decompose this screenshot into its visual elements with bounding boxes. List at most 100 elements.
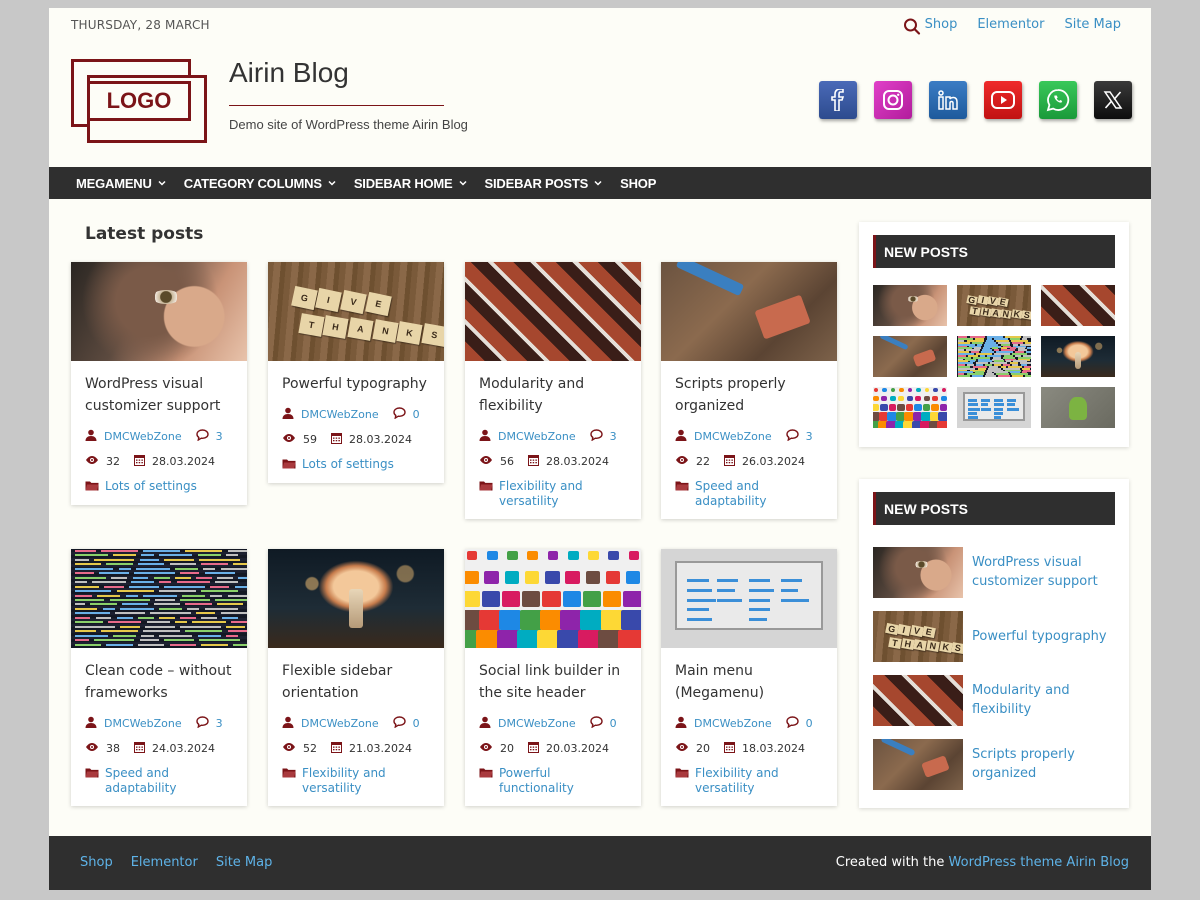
grid-post-thumbnail[interactable] bbox=[1041, 387, 1115, 428]
post-author[interactable]: DMCWebZone bbox=[85, 716, 182, 731]
grid-post-thumbnail[interactable] bbox=[873, 336, 947, 377]
search-icon[interactable] bbox=[902, 16, 924, 38]
post-category[interactable]: Flexibility and versatility bbox=[268, 761, 444, 806]
menu-mockup-bar bbox=[687, 618, 713, 622]
post-category[interactable]: Lots of settings bbox=[268, 452, 444, 483]
footer-link-elementor[interactable]: Elementor bbox=[131, 855, 198, 870]
post-author[interactable]: DMCWebZone bbox=[675, 429, 772, 444]
grid-post-thumbnail[interactable] bbox=[957, 387, 1031, 428]
top-link-elementor[interactable]: Elementor bbox=[977, 17, 1044, 32]
footer-link-site-map[interactable]: Site Map bbox=[216, 855, 273, 870]
grid-post-thumbnail[interactable]: GIVETHANKS bbox=[957, 285, 1031, 326]
date-value: 21.03.2024 bbox=[349, 742, 412, 755]
view-count: 32 bbox=[106, 455, 120, 468]
post-author[interactable]: DMCWebZone bbox=[479, 716, 576, 731]
folder-icon bbox=[479, 479, 499, 495]
post-title[interactable]: Flexible sidebar orientation bbox=[268, 648, 444, 704]
post-category[interactable]: Speed and adaptability bbox=[71, 761, 247, 806]
youtube-icon[interactable] bbox=[984, 81, 1022, 119]
grid-post-thumbnail[interactable] bbox=[873, 285, 947, 326]
list-post-thumbnail[interactable] bbox=[873, 674, 963, 726]
grid-post-thumbnail[interactable] bbox=[1041, 285, 1115, 326]
code-line bbox=[238, 576, 247, 579]
post-comments[interactable]: 0 bbox=[589, 716, 617, 731]
grid-post-thumbnail[interactable] bbox=[1041, 336, 1115, 377]
post-category[interactable]: Lots of settings bbox=[71, 474, 247, 505]
post-thumbnail[interactable] bbox=[661, 262, 837, 361]
post-title[interactable]: Social link builder in the site header bbox=[465, 648, 641, 704]
post-category[interactable]: Flexibility and versatility bbox=[465, 474, 641, 519]
post-title[interactable]: Clean code – without frameworks bbox=[71, 648, 247, 704]
nav-item-sidebar-home[interactable]: SIDEBAR HOME bbox=[354, 176, 467, 191]
site-title[interactable]: Airin Blog bbox=[229, 57, 349, 89]
code-line bbox=[169, 563, 196, 566]
code-line bbox=[74, 567, 114, 570]
top-link-shop[interactable]: Shop bbox=[925, 17, 958, 32]
list-post-title[interactable]: Powerful typography bbox=[972, 627, 1107, 646]
post-author[interactable]: DMCWebZone bbox=[675, 716, 772, 731]
post-thumbnail[interactable] bbox=[661, 549, 837, 648]
post-category[interactable]: Flexibility and versatility bbox=[661, 761, 837, 806]
top-link-site-map[interactable]: Site Map bbox=[1064, 17, 1121, 32]
folder-icon bbox=[282, 766, 302, 782]
nav-item-megamenu[interactable]: MEGAMENU bbox=[76, 176, 166, 191]
post-comments[interactable]: 3 bbox=[785, 429, 813, 444]
whatsapp-icon[interactable] bbox=[1039, 81, 1077, 119]
linkedin-icon[interactable] bbox=[929, 81, 967, 119]
post-title[interactable]: WordPress visual customizer support bbox=[71, 361, 247, 417]
post-card[interactable]: Modularity and flexibility DMCWebZone 3 56 2… bbox=[465, 262, 641, 519]
post-card[interactable]: WordPress visual customizer support DMCWe… bbox=[71, 262, 247, 505]
post-thumbnail[interactable] bbox=[465, 549, 641, 648]
post-category[interactable]: Speed and adaptability bbox=[661, 474, 837, 519]
list-post-thumbnail[interactable] bbox=[873, 738, 963, 790]
post-card[interactable]: Scripts properly organized DMCWebZone 3 22 2… bbox=[661, 262, 837, 519]
post-thumbnail[interactable]: GIVE THANKS bbox=[268, 262, 444, 361]
nav-item-sidebar-posts[interactable]: SIDEBAR POSTS bbox=[485, 176, 603, 191]
post-thumbnail[interactable] bbox=[268, 549, 444, 648]
list-post-thumbnail[interactable]: GIVETHANKS bbox=[873, 610, 963, 662]
list-post-title[interactable]: WordPress visual customizer support bbox=[972, 553, 1115, 591]
post-title[interactable]: Powerful typography bbox=[268, 361, 444, 395]
post-comments[interactable]: 3 bbox=[589, 429, 617, 444]
post-thumbnail[interactable] bbox=[71, 262, 247, 361]
post-title[interactable]: Main menu (Megamenu) bbox=[661, 648, 837, 704]
post-author[interactable]: DMCWebZone bbox=[282, 407, 379, 422]
eye-icon bbox=[282, 742, 303, 755]
post-category[interactable]: Powerful functionality bbox=[465, 761, 641, 806]
grid-post-thumbnail[interactable] bbox=[873, 387, 947, 428]
post-comments[interactable]: 0 bbox=[785, 716, 813, 731]
grid-post-thumbnail[interactable] bbox=[957, 336, 1031, 377]
nav-item-shop[interactable]: SHOP bbox=[620, 176, 656, 191]
list-item[interactable]: G I V E T H A N K S Powerful typography bbox=[873, 604, 1115, 668]
footer-link-shop[interactable]: Shop bbox=[80, 855, 113, 870]
post-comments[interactable]: 3 bbox=[195, 716, 223, 731]
credit-link[interactable]: WordPress theme Airin Blog bbox=[949, 855, 1129, 870]
post-comments[interactable]: 0 bbox=[392, 716, 420, 731]
list-post-title[interactable]: Modularity and flexibility bbox=[972, 681, 1115, 719]
post-thumbnail[interactable] bbox=[465, 262, 641, 361]
post-author[interactable]: DMCWebZone bbox=[479, 429, 576, 444]
post-title[interactable]: Scripts properly organized bbox=[661, 361, 837, 417]
list-item[interactable]: Modularity and flexibility bbox=[873, 668, 1115, 732]
site-logo[interactable]: LOGO bbox=[71, 59, 207, 143]
post-card[interactable]: Flexible sidebar orientation DMCWebZone 0 5… bbox=[268, 549, 444, 806]
post-comments[interactable]: 3 bbox=[195, 429, 223, 444]
post-comments[interactable]: 0 bbox=[392, 407, 420, 422]
instagram-icon[interactable] bbox=[874, 81, 912, 119]
post-author[interactable]: DMCWebZone bbox=[85, 429, 182, 444]
list-item[interactable]: WordPress visual customizer support bbox=[873, 540, 1115, 604]
post-thumbnail[interactable] bbox=[71, 549, 247, 648]
post-card[interactable]: Social link builder in the site header DM… bbox=[465, 549, 641, 806]
facebook-icon[interactable] bbox=[819, 81, 857, 119]
x-icon[interactable] bbox=[1094, 81, 1132, 119]
post-date: 28.03.2024 bbox=[331, 432, 412, 447]
post-card[interactable]: G I V E T H A N K S Powerful typography DMCWebZone 0… bbox=[268, 262, 444, 483]
list-post-title[interactable]: Scripts properly organized bbox=[972, 745, 1115, 783]
post-author[interactable]: DMCWebZone bbox=[282, 716, 379, 731]
post-card[interactable]: Clean code – without frameworks DMCWebZon… bbox=[71, 549, 247, 806]
post-card[interactable]: Main menu (Megamenu) DMCWebZone 0 20 18.03.2… bbox=[661, 549, 837, 806]
post-title[interactable]: Modularity and flexibility bbox=[465, 361, 641, 417]
list-post-thumbnail[interactable] bbox=[873, 546, 963, 598]
list-item[interactable]: Scripts properly organized bbox=[873, 732, 1115, 796]
nav-item-category-columns[interactable]: CATEGORY COLUMNS bbox=[184, 176, 336, 191]
